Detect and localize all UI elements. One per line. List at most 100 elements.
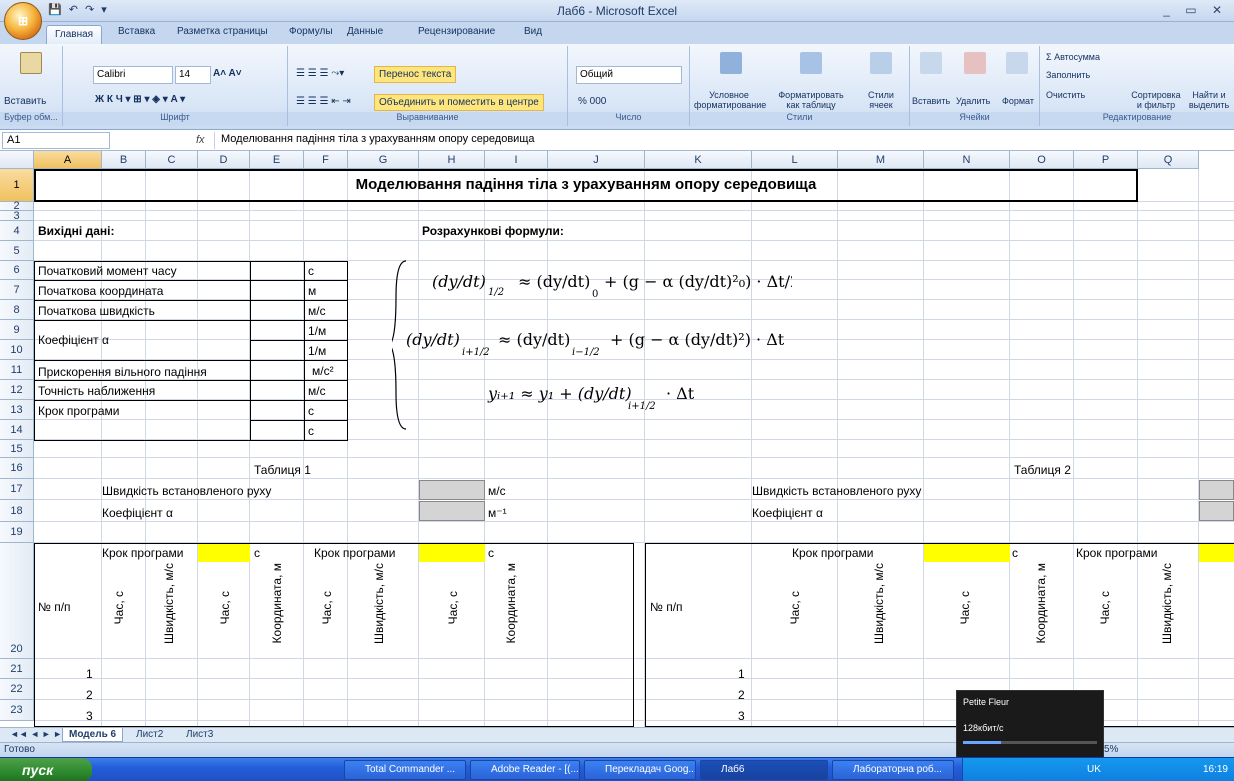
font-size-select[interactable]: 14 — [175, 66, 211, 84]
taskbar-item[interactable]: Перекладач Goog... — [584, 760, 696, 780]
name-box[interactable]: A1 — [2, 132, 110, 149]
window-controls[interactable]: _ ▭ ✕ — [1163, 3, 1228, 17]
wrap-text-button[interactable]: Перенос текста — [374, 66, 457, 83]
sort-filter-button[interactable]: Сортировка и фильтр — [1128, 90, 1184, 110]
row-header[interactable]: 16 — [0, 458, 34, 479]
align-buttons[interactable]: ☰ ☰ ☰ ⤳▾ — [296, 68, 344, 79]
row-header[interactable]: 20 — [0, 543, 34, 659]
steady-speed-value[interactable] — [419, 480, 485, 500]
conditional-format-button[interactable]: Условное форматирование — [694, 90, 766, 110]
tab-data[interactable]: Данные — [347, 26, 383, 37]
find-select-button[interactable]: Найти и выделить — [1186, 90, 1232, 110]
formula-input[interactable]: Моделювання падіння тіла з урахуванням о… — [214, 132, 1214, 149]
column-header[interactable]: G — [348, 151, 419, 169]
column-header[interactable]: D — [198, 151, 250, 169]
select-all-corner[interactable] — [0, 151, 34, 169]
taskbar-item[interactable]: Лабораторна роб... — [832, 760, 954, 780]
row-header[interactable]: 14 — [0, 420, 34, 440]
column-header[interactable]: N — [924, 151, 1010, 169]
sheet-title: Моделювання падіння тіла з урахуванням о… — [355, 176, 817, 193]
number-format-select[interactable]: Общий — [576, 66, 682, 84]
insert-button[interactable]: Вставить — [912, 96, 950, 106]
format-button[interactable]: Формат — [1002, 96, 1034, 106]
steady-speed-value-2[interactable] — [1199, 480, 1234, 500]
row-header[interactable]: 19 — [0, 522, 34, 543]
row-header[interactable]: 17 — [0, 479, 34, 500]
column-header[interactable]: F — [304, 151, 348, 169]
format-as-table-button[interactable]: Форматировать как таблицу — [772, 90, 850, 110]
column-header[interactable]: Q — [1138, 151, 1199, 169]
column-header[interactable]: C — [146, 151, 198, 169]
row-header[interactable]: 8 — [0, 300, 34, 320]
column-header[interactable]: H — [419, 151, 485, 169]
column-header[interactable]: K — [645, 151, 752, 169]
track-title: Petite Fleur — [963, 697, 1010, 707]
taskbar-item[interactable]: Adobe Reader - [(... — [470, 760, 580, 780]
row-header[interactable]: 23 — [0, 700, 34, 721]
coef-value-2[interactable] — [1199, 501, 1234, 521]
sheet-tab-2[interactable]: Лист2 — [130, 728, 169, 741]
tab-review[interactable]: Рецензирование — [418, 26, 495, 37]
row-header[interactable]: 4 — [0, 221, 34, 241]
track-bitrate: 128кбит/с — [963, 723, 1004, 733]
column-header[interactable]: A — [34, 151, 102, 169]
column-header[interactable]: J — [548, 151, 645, 169]
clear-button[interactable]: Очистить — [1046, 90, 1085, 100]
row-header[interactable]: 9 — [0, 320, 34, 340]
delete-button[interactable]: Удалить — [956, 96, 990, 106]
row-header[interactable]: 5 — [0, 241, 34, 261]
row-header[interactable]: 3 — [0, 211, 34, 222]
row-header[interactable]: 18 — [0, 500, 34, 522]
row-header[interactable]: 15 — [0, 440, 34, 458]
media-player-popup[interactable]: Petite Fleur 128кбит/с — [956, 690, 1104, 758]
table2-step-input[interactable] — [924, 544, 1010, 562]
start-button[interactable]: пуск — [0, 758, 92, 781]
tab-formulas[interactable]: Формулы — [289, 26, 333, 37]
column-header[interactable]: I — [485, 151, 548, 169]
bold-italic-underline-buttons[interactable]: Ж К Ч ▾ ⊞ ▾ ◈ ▾ A ▾ — [95, 94, 185, 105]
language-indicator[interactable]: UK — [1087, 764, 1101, 775]
font-name-select[interactable]: Calibri — [93, 66, 173, 84]
row-header[interactable]: 7 — [0, 280, 34, 300]
row-header[interactable]: 13 — [0, 400, 34, 420]
tab-home[interactable]: Главная — [46, 25, 103, 44]
row-header[interactable]: 11 — [0, 360, 34, 380]
column-header[interactable]: M — [838, 151, 924, 169]
spreadsheet-grid[interactable]: A B C D E F G H I J K L M N O P Q 1 2 3 4 5 6 7 8 9 10 11 12 13 14 15 16… — [0, 151, 1234, 727]
zoom-level[interactable]: 5% — [1104, 743, 1118, 757]
taskbar-item[interactable]: Total Commander ... — [344, 760, 466, 780]
table1-step-input-2[interactable] — [419, 544, 485, 562]
merge-center-button[interactable]: Объединить и поместить в центре — [374, 94, 544, 111]
column-header[interactable]: L — [752, 151, 838, 169]
row-header[interactable]: 22 — [0, 679, 34, 700]
table2-step-label: Крок програми — [792, 546, 874, 560]
office-button[interactable]: ⊞ — [4, 2, 42, 40]
row-header[interactable]: 10 — [0, 340, 34, 360]
column-header[interactable]: E — [250, 151, 304, 169]
grow-shrink-font-buttons[interactable]: A˄ A˅ — [213, 68, 242, 79]
row-header[interactable]: 6 — [0, 261, 34, 280]
table2-step-input-2[interactable] — [1199, 544, 1234, 562]
tab-page-layout[interactable]: Разметка страницы — [177, 26, 268, 37]
row-header[interactable]: 1 — [0, 169, 34, 202]
tab-view[interactable]: Вид — [524, 26, 542, 37]
column-header[interactable]: P — [1074, 151, 1138, 169]
autosum-button[interactable]: Σ Автосумма — [1046, 52, 1100, 62]
percent-thousands-buttons[interactable]: % 000 — [578, 96, 606, 107]
cell-styles-button[interactable]: Стили ячеек — [856, 90, 906, 110]
paste-button[interactable]: Вставить — [4, 96, 46, 107]
column-header[interactable]: B — [102, 151, 146, 169]
tab-insert[interactable]: Вставка — [118, 26, 155, 37]
taskbar-item[interactable]: Лаб6 — [700, 760, 828, 780]
fx-icon[interactable]: fx — [196, 134, 205, 146]
fill-button[interactable]: Заполнить — [1046, 70, 1090, 80]
coef-value[interactable] — [419, 501, 485, 521]
horizontal-align-buttons[interactable]: ☰ ☰ ☰ ⇤ ⇥ — [296, 96, 351, 107]
sheet-tab-3[interactable]: Лист3 — [180, 728, 219, 741]
row-number: 1 — [86, 667, 93, 681]
table1-step-input[interactable] — [198, 544, 250, 562]
row-header[interactable]: 21 — [0, 659, 34, 679]
row-header[interactable]: 12 — [0, 380, 34, 400]
sheet-tab-model6[interactable]: Модель 6 — [62, 728, 124, 742]
column-header[interactable]: O — [1010, 151, 1074, 169]
